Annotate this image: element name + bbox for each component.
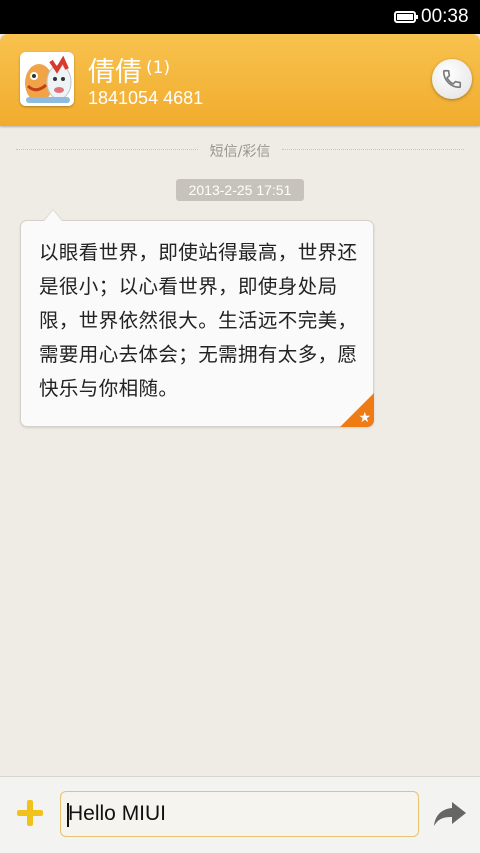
unread-count: (1) bbox=[146, 58, 171, 78]
text-cursor bbox=[67, 803, 69, 827]
send-button[interactable] bbox=[432, 799, 468, 829]
star-icon: ★ bbox=[340, 393, 374, 427]
bubble-tail bbox=[43, 209, 63, 221]
channel-label: 短信/彩信 bbox=[0, 141, 480, 161]
contact-name: 倩倩 (1) bbox=[88, 50, 170, 89]
avatar[interactable] bbox=[20, 52, 74, 106]
message-text: 以眼看世界，即使站得最高，世界还是很小；以心看世界，即使身处局限，世界依然很大。… bbox=[39, 241, 358, 400]
contact-name-text: 倩倩 bbox=[88, 57, 142, 88]
composer-bar bbox=[0, 776, 480, 853]
message-bubble[interactable]: 以眼看世界，即使站得最高，世界还是很小；以心看世界，即使身处局限，世界依然很大。… bbox=[20, 209, 374, 427]
message-timestamp: 2013-2-25 17:51 bbox=[176, 179, 304, 201]
channel-label-text: 短信/彩信 bbox=[203, 144, 277, 160]
avatar-image bbox=[20, 52, 74, 106]
attach-button[interactable] bbox=[14, 797, 46, 829]
contact-phone-number: 1841054 4681 bbox=[88, 88, 204, 108]
message-input[interactable] bbox=[60, 791, 419, 837]
conversation-header: 倩倩 (1) 1841054 4681 bbox=[0, 34, 480, 126]
status-time: 00:38 bbox=[421, 6, 469, 27]
battery-icon bbox=[394, 11, 418, 23]
call-button[interactable] bbox=[432, 59, 472, 99]
send-arrow-icon bbox=[434, 802, 466, 826]
phone-icon bbox=[442, 69, 462, 89]
status-bar: 00:38 bbox=[0, 0, 480, 34]
